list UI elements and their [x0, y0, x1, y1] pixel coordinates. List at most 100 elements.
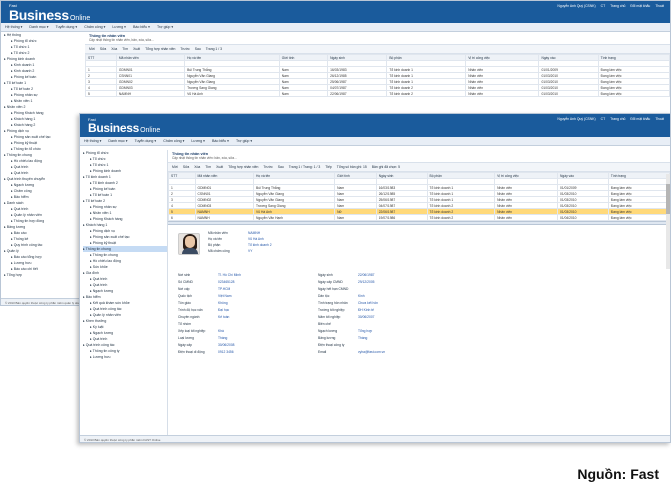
detail-label: Mã nhân viên [208, 231, 228, 235]
toolbar-button[interactable]: Sửa [100, 47, 106, 51]
detail-field: Ngày hết hạn CMND [318, 287, 358, 291]
detail-label: Điện thoại di động [178, 350, 205, 354]
menu-item[interactable]: Chấm công ▾ [84, 25, 105, 29]
menu-item[interactable]: Báo biểu ▾ [212, 139, 229, 143]
main-panel: Thông tin nhân viên Cập nhật thông tin n… [168, 150, 670, 385]
top-link[interactable]: Trang chủ [610, 4, 625, 8]
table-cell: 22/06/1987 [327, 90, 388, 97]
detail-field: Ngày cấp 30/06/2008 [178, 343, 235, 347]
detail-field: Nơi cấp TP.HCM [178, 287, 230, 291]
menu-item[interactable]: Chấm công ▾ [163, 139, 184, 143]
toolbar-button[interactable]: Xuất [216, 165, 223, 169]
top-link[interactable]: CT [601, 4, 606, 8]
toolbar-button[interactable]: Tổng hợp nhân viên [228, 165, 258, 169]
toolbar-button[interactable]: Tổng số bản ghi: 15 [337, 165, 367, 169]
toolbar-button[interactable]: Xóa [111, 47, 117, 51]
table-cell: Nam [334, 214, 377, 221]
top-link[interactable]: Nguyễn Anh Quý (CSNK) [557, 117, 595, 121]
grid-scrollbar[interactable] [666, 174, 670, 269]
detail-field: Điện thoại di động 0912 3456 [178, 350, 234, 354]
table-row[interactable]: 5 NAMNH Vũ Hà Anh Nam 22/06/1987 Tổ kinh doan… [85, 90, 670, 97]
toolbar-button[interactable]: Trang 1 / Trang: 1 / 3 [289, 165, 321, 169]
table-cell: Nam [278, 90, 329, 97]
table-cell: Nhân viên [494, 214, 559, 221]
top-link[interactable]: Thoát [655, 4, 664, 8]
top-link[interactable]: Đổi mật khẩu [630, 4, 650, 8]
menu-item[interactable]: Lương ▾ [191, 139, 205, 143]
top-link[interactable]: Thoát [655, 117, 664, 121]
toolbar-button[interactable]: Xuất [133, 47, 140, 51]
menu-item[interactable]: Tuyển dụng ▾ [135, 139, 157, 143]
toolbar-button[interactable]: Sửa [183, 165, 189, 169]
table-cell: Vũ Hà Anh [184, 90, 280, 97]
menu-item[interactable]: Tuyển dụng ▾ [56, 25, 78, 29]
detail-value: Tháng [358, 336, 368, 340]
toolbar-button[interactable]: Trước [180, 47, 189, 51]
footer: © 2013 Bản quyền thuộc công ty phần mềm … [80, 435, 670, 442]
detail-label: Dân tộc [318, 294, 330, 298]
table-cell: Nhân viên [465, 90, 540, 97]
detail-field: Bộ phận Tổ kinh doanh 2 [208, 243, 272, 247]
detail-label: Năm tốt nghiệp [318, 315, 341, 319]
detail-label: Họ và tên [208, 237, 223, 241]
top-link[interactable]: Trang chủ [610, 117, 625, 121]
sidebar-tree: ▸ Phòng tổ chức ▸ Tổ chức ▸ Tổ chức 1 ▸ Phò… [80, 150, 168, 440]
toolbar-button[interactable]: Sau [195, 47, 201, 51]
app-logo: Fast Business Online [9, 3, 91, 23]
menu-item[interactable]: Hệ thống ▾ [5, 25, 22, 29]
menu-item[interactable]: Danh mục ▾ [108, 139, 127, 143]
detail-label: Trình độ học vấn [178, 308, 203, 312]
detail-label: Ngày hết hạn CMND [318, 287, 349, 291]
table-cell: Đang làm việc [597, 90, 670, 97]
menu-item[interactable]: Hệ thống ▾ [84, 139, 101, 143]
toolbar-button[interactable]: Mới [89, 47, 95, 51]
menu-item[interactable]: Báo biểu ▾ [133, 25, 150, 29]
toolbar-button[interactable]: Bản ghi đã chọn: 5 [372, 165, 400, 169]
table-cell: 01/03/2010 [538, 90, 599, 97]
top-link[interactable]: Đổi mật khẩu [630, 117, 650, 121]
toolbar-button[interactable]: Mới [172, 165, 178, 169]
header-bar: Fast Business Online Nguyễn Anh Quý (CSNK… [1, 1, 670, 23]
detail-label: Loại lương [178, 336, 194, 340]
detail-field: Quốc tịch Việt Nam [178, 294, 232, 298]
detail-value: 0912 3456 [218, 350, 234, 354]
detail-field: Năm tốt nghiệp 30/06/2007 [318, 315, 375, 319]
sidebar-item[interactable]: ▸ Lương hưu [83, 354, 167, 360]
detail-label: Tôn giáo [178, 301, 191, 305]
detail-label: Bảng lương [318, 336, 336, 340]
table-cell: 6 [168, 214, 196, 221]
top-link[interactable]: CT [601, 117, 606, 121]
foreground-window: Fast Business Online Nguyễn Anh Quý (CSNK… [79, 113, 671, 443]
detail-value: VY [248, 249, 253, 253]
detail-value: ĐH Kinh tế [358, 308, 374, 312]
toolbar-button[interactable]: Xóa [194, 165, 200, 169]
menu-item[interactable]: Trợ giúp ▾ [157, 25, 173, 29]
table-row[interactable]: 6 NAMNH Nguyễn Văn Hạnh Nam 19/07/1986 Tổ kin… [168, 214, 670, 221]
menu-item[interactable]: Lương ▾ [112, 25, 126, 29]
toolbar-button[interactable]: Tìm [122, 47, 128, 51]
table-cell: NAMNH [115, 90, 186, 97]
menu-item[interactable]: Danh mục ▾ [29, 25, 48, 29]
detail-field: Ngày sinh 22/06/1987 [318, 273, 375, 277]
detail-field: Nơi sinh Tỉ. Hồ Chí Minh [178, 273, 241, 277]
toolbar-button[interactable]: Tìm [205, 165, 211, 169]
detail-field: Tình trạng hôn nhân Chưa kết hôn [318, 301, 378, 305]
detail-value: Kinh [358, 294, 365, 298]
top-link[interactable]: Nguyễn Anh Quý (CSNK) [557, 4, 595, 8]
toolbar-button[interactable]: Tiếp [325, 165, 331, 169]
sidebar-item[interactable]: ▸ Tổng hợp [4, 272, 78, 278]
detail-label: Bộ phận [208, 243, 221, 247]
toolbar-button[interactable]: Trang 1 / 3 [206, 47, 222, 51]
detail-field: Điện thoại công ty [318, 343, 358, 347]
detail-label: Ngày cấp CMND [318, 280, 343, 284]
toolbar-button[interactable]: Trước [263, 165, 272, 169]
detail-field: Ngạch lương Tổng hợp [318, 329, 372, 333]
detail-label: Chuyên ngành [178, 315, 200, 319]
detail-value: 023465128 [218, 280, 235, 284]
table-cell: Tổ kinh doanh 2 [426, 214, 496, 221]
menu-item[interactable]: Trợ giúp ▾ [236, 139, 252, 143]
detail-field: Số CMND 023465128 [178, 280, 235, 284]
detail-field: Trình độ học vấn Đại học [178, 308, 229, 312]
toolbar-button[interactable]: Sau [278, 165, 284, 169]
toolbar-button[interactable]: Tổng hợp nhân viên [145, 47, 175, 51]
